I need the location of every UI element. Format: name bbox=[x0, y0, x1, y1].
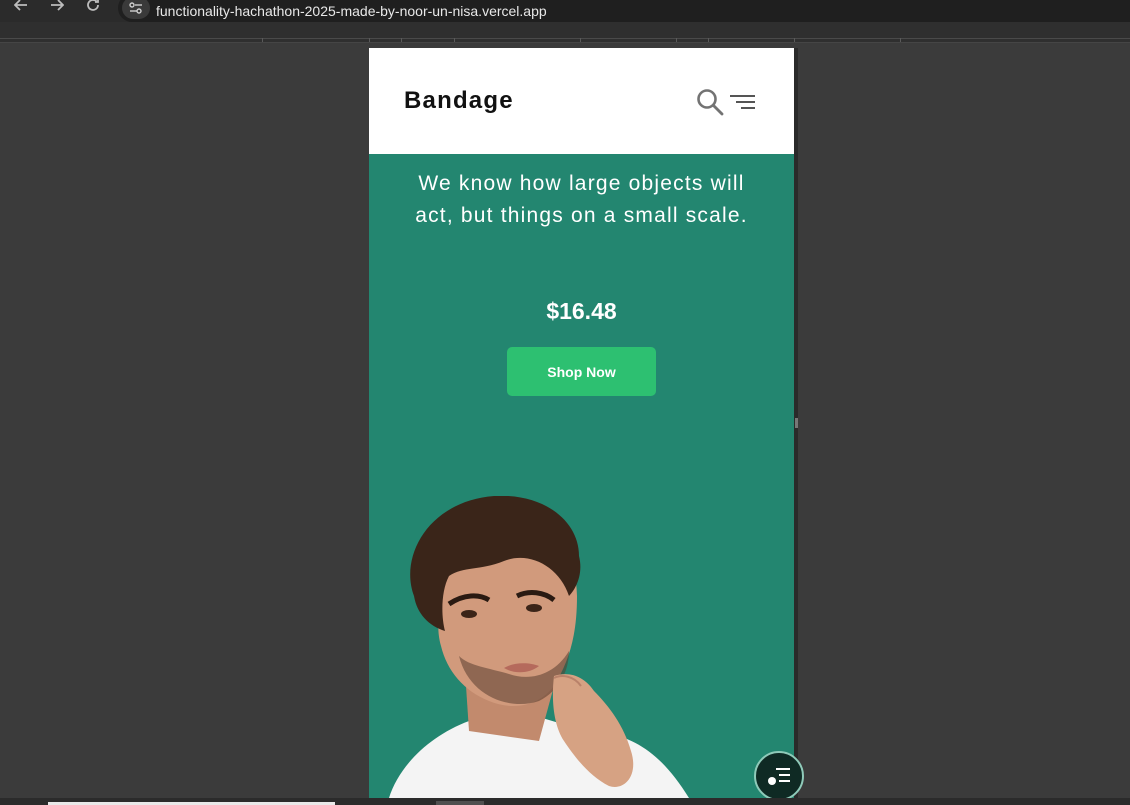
devtools-ruler bbox=[0, 22, 1130, 43]
arrow-right-icon bbox=[51, 0, 64, 11]
site-info-button[interactable] bbox=[122, 0, 150, 19]
site-header: Bandage bbox=[369, 48, 794, 154]
reload-button[interactable] bbox=[82, 0, 104, 16]
forward-button[interactable] bbox=[46, 0, 68, 16]
resize-handle[interactable] bbox=[795, 418, 798, 428]
back-button[interactable] bbox=[10, 0, 32, 16]
tune-icon bbox=[129, 2, 142, 14]
arrow-left-icon bbox=[14, 0, 27, 11]
list-sort-icon bbox=[768, 768, 790, 785]
address-bar[interactable]: functionality-hachathon-2025-made-by-noo… bbox=[118, 0, 1130, 22]
menu-icon[interactable] bbox=[729, 92, 756, 112]
hero-model-image bbox=[389, 496, 689, 798]
search-icon[interactable] bbox=[696, 88, 724, 116]
hero-tagline: We know how large objects will act, but … bbox=[415, 172, 748, 227]
brand-logo[interactable]: Bandage bbox=[404, 87, 514, 115]
floating-action-button[interactable] bbox=[754, 751, 804, 801]
reload-icon bbox=[87, 0, 99, 11]
hero-price: $16.48 bbox=[546, 298, 617, 324]
shop-now-button[interactable]: Shop Now bbox=[507, 347, 656, 396]
url-text: functionality-hachathon-2025-made-by-noo… bbox=[156, 3, 547, 19]
mobile-viewport: Bandage We know how large objects will a… bbox=[369, 48, 794, 798]
browser-toolbar: functionality-hachathon-2025-made-by-noo… bbox=[0, 0, 1130, 22]
